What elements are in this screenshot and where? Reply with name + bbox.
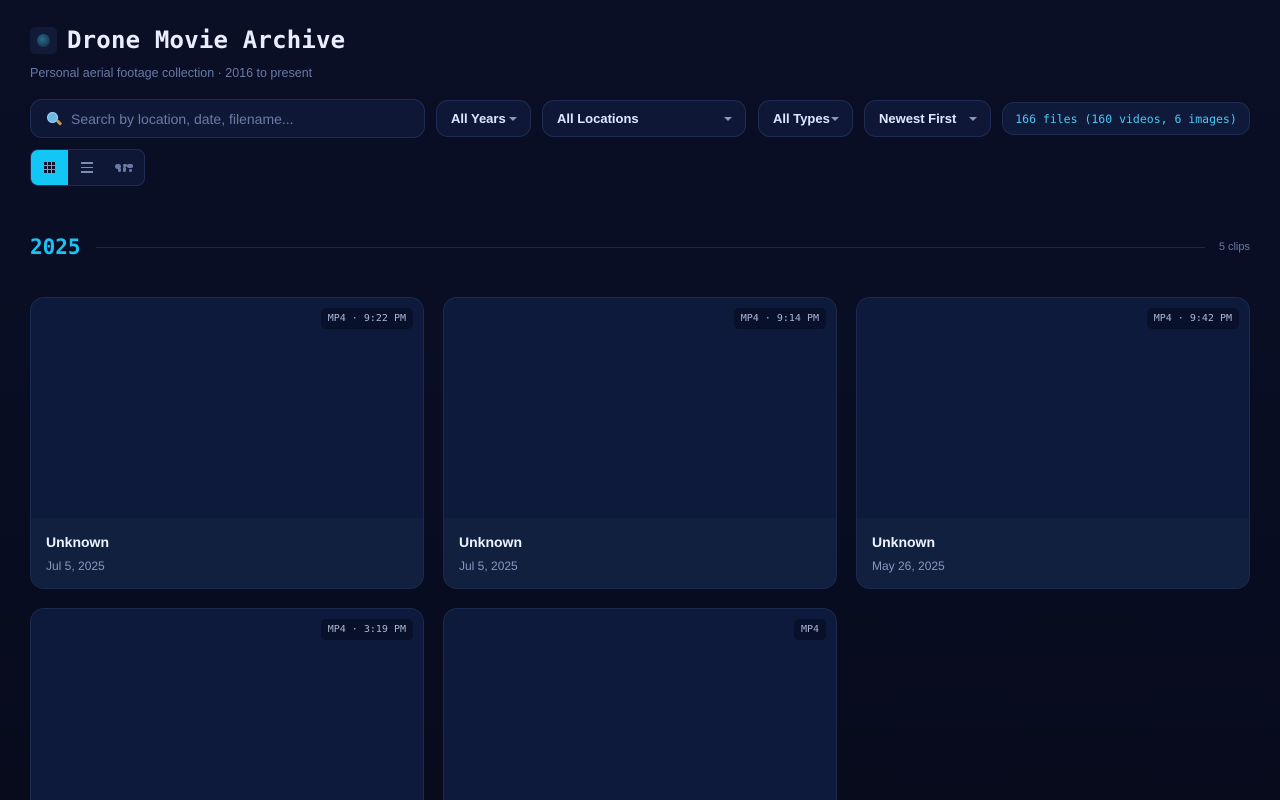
format-time-badge: MP4 · 9:14 PM: [733, 308, 826, 329]
clip-card[interactable]: MP4 · 3:19 PM: [30, 608, 424, 800]
clip-card[interactable]: MP4 · 9:42 PM Unknown May 26, 2025: [856, 297, 1250, 589]
clip-meta: Unknown Jul 5, 2025: [31, 518, 423, 588]
grid-view-button[interactable]: [31, 150, 68, 185]
page-title: Drone Movie Archive: [67, 26, 346, 54]
clip-date: Jul 5, 2025: [46, 559, 105, 573]
clip-date: Jul 5, 2025: [459, 559, 518, 573]
divider: [95, 246, 1205, 248]
year-filter-value: All Years: [451, 111, 506, 126]
search-icon: [46, 111, 63, 127]
clip-meta: Unknown May 26, 2025: [857, 518, 1249, 588]
clip-thumbnail[interactable]: MP4: [444, 609, 836, 800]
chevron-down-icon: [724, 116, 732, 121]
sort-select[interactable]: Newest First: [864, 100, 991, 137]
page-subtitle: Personal aerial footage collection · 201…: [30, 66, 313, 80]
clip-thumbnail[interactable]: MP4 · 9:42 PM: [857, 298, 1249, 518]
chevron-down-icon: [969, 116, 977, 121]
location-filter-select[interactable]: All Locations: [542, 100, 746, 137]
clip-location: Unknown: [46, 534, 109, 550]
clip-thumbnail[interactable]: MP4 · 9:14 PM: [444, 298, 836, 518]
clip-date: May 26, 2025: [872, 559, 945, 573]
chevron-down-icon: [509, 116, 517, 121]
grid-icon: [44, 162, 55, 173]
file-count-badge: 166 files (160 videos, 6 images): [1002, 102, 1250, 135]
clip-count: 5 clips: [1218, 241, 1250, 253]
page-header: Drone Movie Archive Personal aerial foot…: [30, 26, 345, 80]
globe-logo-icon: [30, 26, 57, 54]
clip-meta: Unknown Jul 5, 2025: [444, 518, 836, 588]
clip-card[interactable]: MP4 · 9:22 PM Unknown Jul 5, 2025: [30, 297, 424, 589]
clip-thumbnail[interactable]: MP4 · 9:22 PM: [31, 298, 423, 518]
format-time-badge: MP4 · 3:19 PM: [320, 619, 413, 640]
type-filter-select[interactable]: All Types: [758, 100, 853, 137]
clip-card[interactable]: MP4 · 9:14 PM Unknown Jul 5, 2025: [443, 297, 837, 589]
year-filter-select[interactable]: All Years: [436, 100, 531, 137]
title-row: Drone Movie Archive: [30, 26, 345, 54]
format-time-badge: MP4 · 9:42 PM: [1146, 308, 1239, 329]
year-group-header: 2025 5 clips: [30, 232, 1250, 262]
format-badge: MP4: [793, 619, 826, 640]
list-icon: [80, 162, 93, 173]
map-view-button[interactable]: [105, 150, 142, 185]
clip-thumbnail[interactable]: MP4 · 3:19 PM: [31, 609, 423, 800]
sort-value: Newest First: [879, 111, 957, 126]
view-mode-toggle: [30, 149, 145, 186]
world-map-icon: [114, 163, 133, 173]
clip-location: Unknown: [459, 534, 522, 550]
location-filter-value: All Locations: [557, 111, 639, 126]
clip-card[interactable]: MP4: [443, 608, 837, 800]
search-box[interactable]: [30, 99, 425, 138]
type-filter-value: All Types: [773, 111, 830, 126]
clip-location: Unknown: [872, 534, 935, 550]
format-time-badge: MP4 · 9:22 PM: [320, 308, 413, 329]
list-view-button[interactable]: [68, 150, 105, 185]
chevron-down-icon: [831, 116, 839, 121]
search-input[interactable]: [71, 110, 401, 127]
year-heading: 2025: [30, 235, 81, 259]
